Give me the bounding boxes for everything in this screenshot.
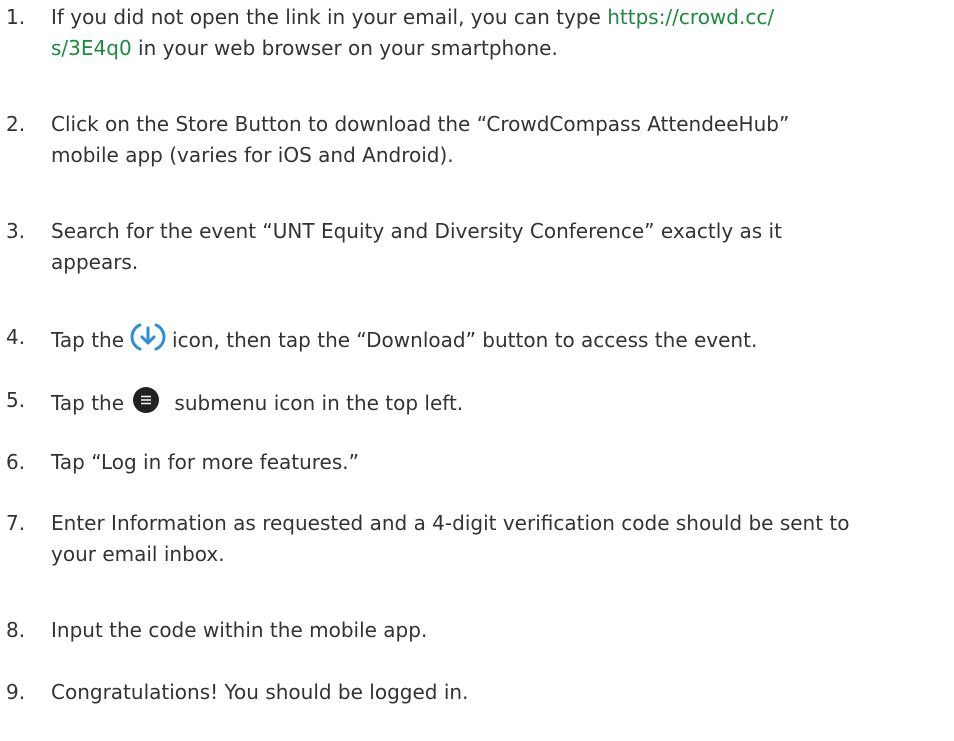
step-text: Tap “Log in for more features.” xyxy=(51,450,359,474)
menu-circle-icon xyxy=(130,385,162,424)
step-number: 7. xyxy=(6,511,26,535)
step-text: Tap the icon, then tap the “Download” but… xyxy=(51,322,946,361)
step-number: 8. xyxy=(6,618,26,642)
step-text: Tap the submenu icon in the top left. xyxy=(51,385,946,424)
step-text: Congratulations! You should be logged in… xyxy=(51,680,469,704)
step-7: 7. Enter Information as requested and a … xyxy=(6,508,946,570)
step-4: 4. Tap the icon, then tap the “Download” … xyxy=(6,322,946,361)
crowd-link[interactable]: https://crowd.cc/ xyxy=(607,5,774,29)
step-text: Search for the event “UNT Equity and Div… xyxy=(51,219,782,274)
step-3: 3. Search for the event “UNT Equity and … xyxy=(6,216,946,278)
step-text: Input the code within the mobile app. xyxy=(51,618,428,642)
step-2: 2. Click on the Store Button to download… xyxy=(6,109,946,171)
step-number: 2. xyxy=(6,112,26,136)
step-number: 9. xyxy=(6,680,26,704)
step-9: 9. Congratulations! You should be logged… xyxy=(6,677,946,708)
step-number: 3. xyxy=(6,219,26,243)
step-text: Click on the Store Button to download th… xyxy=(51,112,790,167)
download-circle-icon xyxy=(130,322,166,361)
step-text: If you did not open the link in your ema… xyxy=(51,5,775,60)
step-number: 6. xyxy=(6,450,26,474)
step-6: 6. Tap “Log in for more features.” xyxy=(6,447,946,478)
step-number: 1. xyxy=(6,5,26,29)
step-1: 1. If you did not open the link in your … xyxy=(6,2,946,64)
step-5: 5. Tap the submenu icon in the top left. xyxy=(6,385,946,424)
step-number: 4. xyxy=(6,325,26,349)
crowd-link-continued[interactable]: s/3E4q0 xyxy=(51,36,132,60)
step-8: 8. Input the code within the mobile app. xyxy=(6,615,946,646)
step-text: Enter Information as requested and a 4-d… xyxy=(51,511,850,566)
instruction-list: 1. If you did not open the link in your … xyxy=(0,0,954,741)
step-number: 5. xyxy=(6,388,26,412)
